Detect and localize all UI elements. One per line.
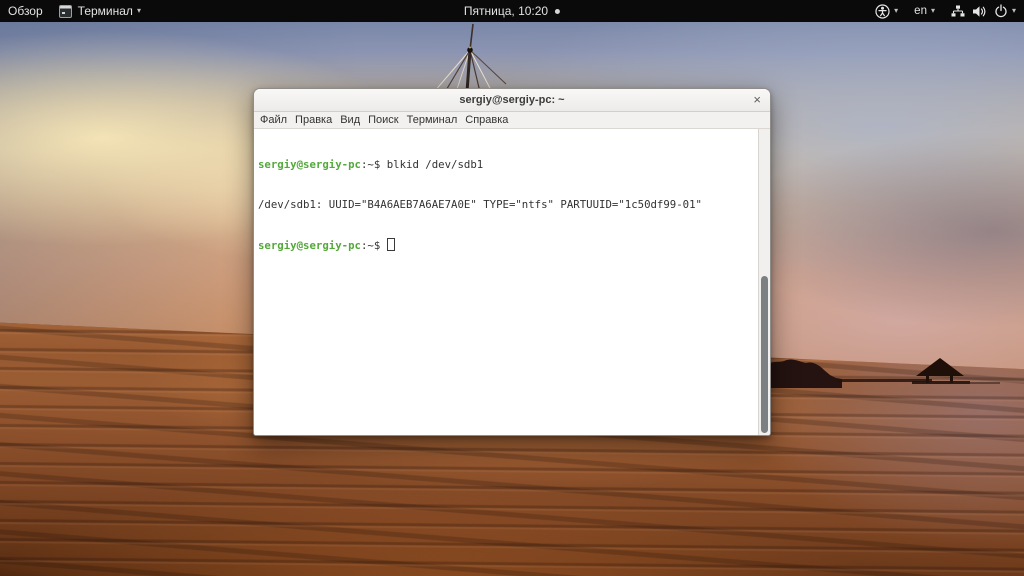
terminal-window: sergiy@sergiy-pc: ~ × Файл Правка Вид По…	[253, 88, 771, 436]
system-menu-button[interactable]: ▾	[943, 0, 1024, 22]
terminal-app-icon	[58, 4, 72, 18]
terminal-content[interactable]: sergiy@sergiy-pc:~$ blkid /dev/sdb1 /dev…	[254, 129, 770, 435]
menubar: Файл Правка Вид Поиск Терминал Справка	[254, 112, 770, 129]
activities-button[interactable]: Обзор	[0, 0, 51, 22]
boat-mast	[433, 23, 507, 92]
scrollbar[interactable]	[758, 129, 770, 435]
terminal-line: sergiy@sergiy-pc:~$ blkid /dev/sdb1	[258, 158, 766, 171]
menu-item-search[interactable]: Поиск	[364, 114, 402, 126]
keyboard-layout-label: en	[914, 5, 927, 17]
prompt-user: sergiy@sergiy-pc	[258, 239, 361, 253]
prompt-tail: :~$	[360, 239, 387, 253]
clock-label: Пятница, 10:20	[463, 4, 549, 18]
terminal-output-line: /dev/sdb1: UUID="B4A6AEB7A6AE7A0E" TYPE=…	[258, 198, 702, 212]
volume-icon	[972, 5, 986, 17]
app-menu-button[interactable]: Терминал ▾	[51, 0, 149, 22]
power-icon	[995, 4, 1007, 18]
prompt-tail: :~$	[360, 157, 387, 171]
chevron-down-icon: ▾	[136, 6, 141, 15]
network-icon	[951, 5, 965, 16]
titlebar[interactable]: sergiy@sergiy-pc: ~ ×	[254, 89, 770, 112]
menu-item-view[interactable]: Вид	[336, 114, 364, 126]
terminal-line: sergiy@sergiy-pc:~$	[258, 238, 766, 252]
menu-item-file[interactable]: Файл	[256, 114, 291, 126]
scrollbar-thumb[interactable]	[761, 275, 768, 433]
accessibility-icon	[875, 3, 890, 19]
prompt-user: sergiy@sergiy-pc	[258, 157, 361, 171]
terminal-cursor	[386, 238, 395, 252]
chevron-down-icon: ▾	[1011, 6, 1016, 15]
menu-item-help[interactable]: Справка	[461, 114, 512, 126]
chevron-down-icon: ▾	[894, 6, 899, 15]
top-bar: Обзор Терминал ▾ Пятница, 10:20 ▾ en ▾ ▾	[0, 0, 1024, 22]
menu-item-terminal[interactable]: Терминал	[403, 114, 462, 126]
desktop: Обзор Терминал ▾ Пятница, 10:20 ▾ en ▾ ▾…	[0, 0, 1024, 576]
window-title: sergiy@sergiy-pc: ~	[459, 94, 565, 106]
notification-dot-icon	[555, 8, 561, 14]
menu-item-edit[interactable]: Правка	[291, 114, 336, 126]
command-text: blkid /dev/sdb1	[386, 157, 484, 171]
accessibility-menu-button[interactable]: ▾	[867, 0, 906, 22]
close-button[interactable]: ×	[753, 89, 761, 111]
clock-button[interactable]: Пятница, 10:20	[456, 0, 568, 22]
app-menu-label: Терминал	[77, 4, 133, 18]
chevron-down-icon: ▾	[930, 6, 935, 15]
island-silhouette	[744, 358, 1000, 388]
keyboard-layout-button[interactable]: en ▾	[906, 0, 943, 22]
